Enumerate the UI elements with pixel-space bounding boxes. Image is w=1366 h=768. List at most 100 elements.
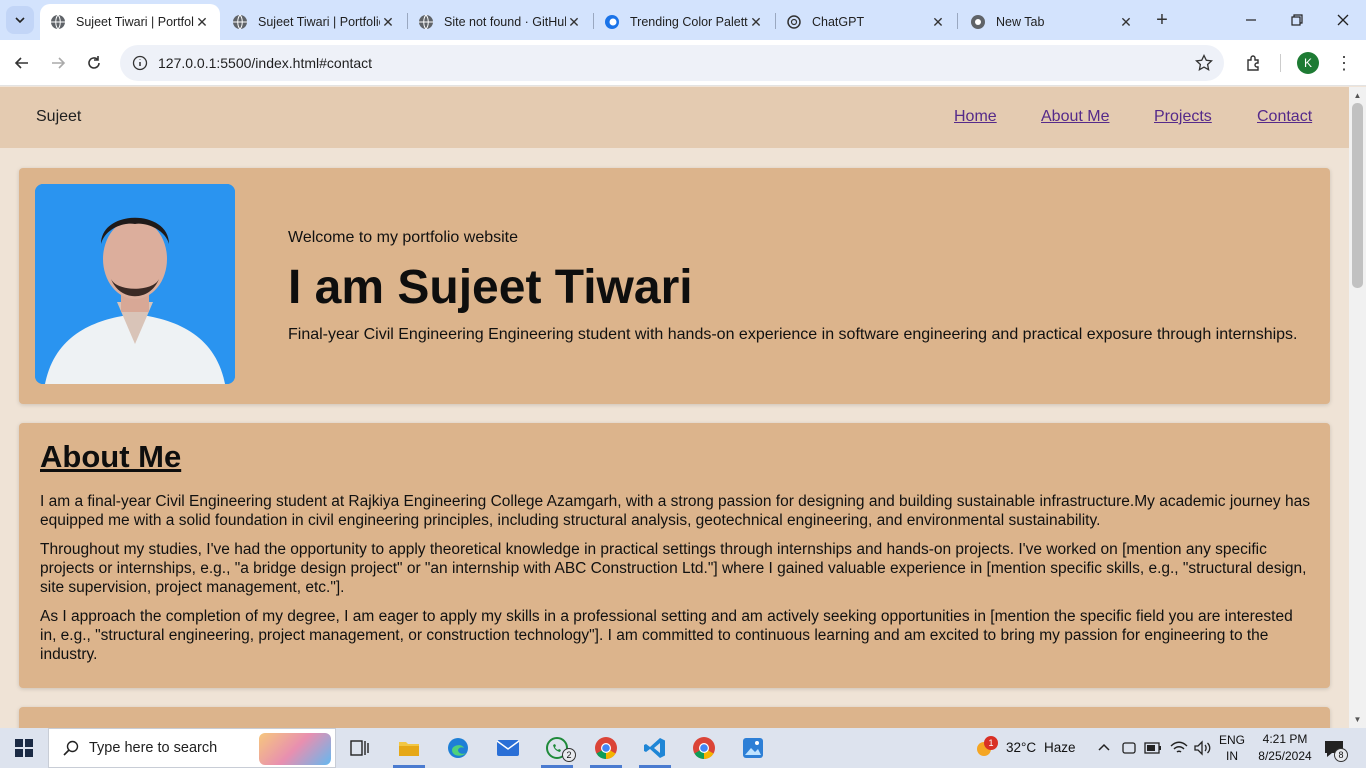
clock-time[interactable]: 4:21 PM [1260, 732, 1310, 746]
globe-icon [50, 14, 66, 30]
nav-link-home[interactable]: Home [954, 108, 997, 126]
weather-temperature[interactable]: 32°C [1006, 740, 1036, 755]
bookmark-star-icon[interactable] [1194, 53, 1214, 73]
wifi-icon[interactable] [1170, 740, 1188, 761]
more-menu-icon[interactable]: ⋮ [1334, 52, 1354, 74]
edge-button[interactable] [434, 728, 482, 768]
hero-title: I am Sujeet Tiwari [288, 261, 693, 314]
tab-search-button[interactable] [6, 6, 34, 34]
address-bar[interactable]: 127.0.0.1:5500/index.html#contact [120, 45, 1224, 81]
restore-button[interactable] [1274, 0, 1320, 40]
vscode-button[interactable] [631, 728, 679, 768]
tab-title: New Tab [996, 15, 1045, 29]
back-button[interactable] [8, 49, 36, 77]
forward-button[interactable] [44, 49, 72, 77]
restore-icon [1291, 14, 1303, 26]
nav-link-about[interactable]: About Me [1041, 108, 1109, 126]
about-heading: About Me [40, 439, 182, 474]
chrome-button-2[interactable] [680, 728, 728, 768]
globe-icon [232, 14, 248, 30]
tab-title: Sujeet Tiwari | Portfolio [76, 15, 194, 29]
chrome-icon [693, 737, 715, 759]
meet-now-icon[interactable] [1121, 740, 1137, 761]
browser-tab-6[interactable]: New Tab ✕ [960, 4, 1144, 40]
whatsapp-badge: 2 [562, 748, 576, 762]
mail-button[interactable] [484, 728, 532, 768]
reload-icon [88, 56, 100, 69]
close-tab-icon[interactable]: ✕ [566, 14, 582, 30]
browser-tab-1[interactable]: Sujeet Tiwari | Portfolio ✕ [40, 4, 220, 40]
search-highlight-icon [259, 733, 331, 765]
mail-icon [496, 740, 520, 756]
file-explorer-button[interactable] [385, 728, 433, 768]
language-indicator[interactable]: ENG [1219, 733, 1245, 747]
url-text[interactable]: 127.0.0.1:5500/index.html#contact [158, 55, 372, 71]
scrollbar-thumb[interactable] [1352, 103, 1363, 288]
site-navbar: Sujeet Home About Me Projects Contact [0, 87, 1349, 148]
coolors-icon [604, 14, 620, 30]
whatsapp-button[interactable]: 2 [533, 728, 581, 768]
folder-icon [399, 742, 419, 756]
nav-link-contact[interactable]: Contact [1257, 108, 1312, 126]
hero-description: Final-year Civil Engineering Engineering… [288, 326, 1298, 343]
search-placeholder: Type here to search [89, 740, 218, 756]
tab-title: Sujeet Tiwari | Portfolio [258, 15, 380, 29]
battery-icon[interactable] [1144, 741, 1162, 760]
chrome-button-1[interactable] [582, 728, 630, 768]
hero-section: Welcome to my portfolio website I am Suj… [19, 168, 1330, 404]
close-tab-icon[interactable]: ✕ [1118, 14, 1134, 30]
close-tab-icon[interactable]: ✕ [748, 14, 764, 30]
windows-logo-icon [15, 739, 33, 757]
tab-title: ChatGPT [812, 15, 865, 29]
browser-tab-4[interactable]: Trending Color Palettes ✕ [594, 4, 774, 40]
edge-icon [448, 738, 468, 758]
site-info-icon[interactable] [130, 53, 150, 73]
minimize-button[interactable] [1228, 0, 1274, 40]
photos-button[interactable] [729, 728, 777, 768]
extensions-icon[interactable] [1242, 51, 1266, 75]
notification-center-icon[interactable]: 8 [1324, 740, 1348, 763]
about-paragraph-2: Throughout my studies, I've had the oppo… [40, 541, 1307, 596]
weather-icon[interactable]: 1 [975, 736, 998, 758]
chrome-icon [970, 14, 986, 30]
minimize-icon [1246, 19, 1256, 21]
chevron-up-icon[interactable] [1097, 740, 1111, 759]
chrome-icon [595, 737, 617, 759]
browser-tab-3[interactable]: Site not found · GitHub Pages ✕ [408, 4, 592, 40]
close-tab-icon[interactable]: ✕ [380, 14, 396, 30]
site-brand[interactable]: Sujeet [36, 108, 81, 126]
profile-photo [35, 184, 235, 384]
next-section [19, 707, 1330, 728]
scroll-up-icon[interactable]: ▲ [1353, 91, 1362, 100]
close-window-button[interactable] [1320, 0, 1366, 40]
close-tab-icon[interactable]: ✕ [930, 14, 946, 30]
reload-button[interactable] [80, 49, 108, 77]
globe-icon [418, 14, 434, 30]
arrow-right-icon [52, 57, 66, 69]
browser-tab-5[interactable]: ChatGPT ✕ [776, 4, 956, 40]
weather-alert-badge: 1 [984, 736, 998, 750]
nav-link-projects[interactable]: Projects [1154, 108, 1212, 126]
plus-icon: + [1156, 8, 1168, 31]
page-scrollbar[interactable]: ▲ ▼ [1349, 87, 1366, 728]
page-viewport: Sujeet Home About Me Projects Contact We… [0, 87, 1366, 728]
clock-date[interactable]: 8/25/2024 [1252, 749, 1318, 763]
task-view-button[interactable] [336, 728, 384, 768]
region-indicator[interactable]: IN [1226, 749, 1238, 763]
about-section: About Me I am a final-year Civil Enginee… [19, 423, 1330, 688]
start-button[interactable] [0, 728, 48, 768]
scroll-down-icon[interactable]: ▼ [1353, 715, 1362, 724]
profile-avatar[interactable]: K [1297, 52, 1319, 74]
new-tab-button[interactable]: + [1150, 8, 1174, 32]
weather-condition[interactable]: Haze [1044, 740, 1076, 755]
taskbar-search-box[interactable]: Type here to search [48, 728, 336, 768]
vscode-icon [644, 738, 665, 758]
browser-tab-2[interactable]: Sujeet Tiwari | Portfolio ✕ [222, 4, 406, 40]
notification-count: 8 [1334, 748, 1348, 762]
chatgpt-icon [786, 14, 802, 30]
close-icon [1337, 14, 1349, 26]
tab-title: Trending Color Palettes [630, 15, 748, 29]
volume-icon[interactable] [1193, 740, 1211, 761]
close-tab-icon[interactable]: ✕ [194, 14, 210, 30]
browser-tab-strip: Sujeet Tiwari | Portfolio ✕ Sujeet Tiwar… [0, 0, 1366, 40]
